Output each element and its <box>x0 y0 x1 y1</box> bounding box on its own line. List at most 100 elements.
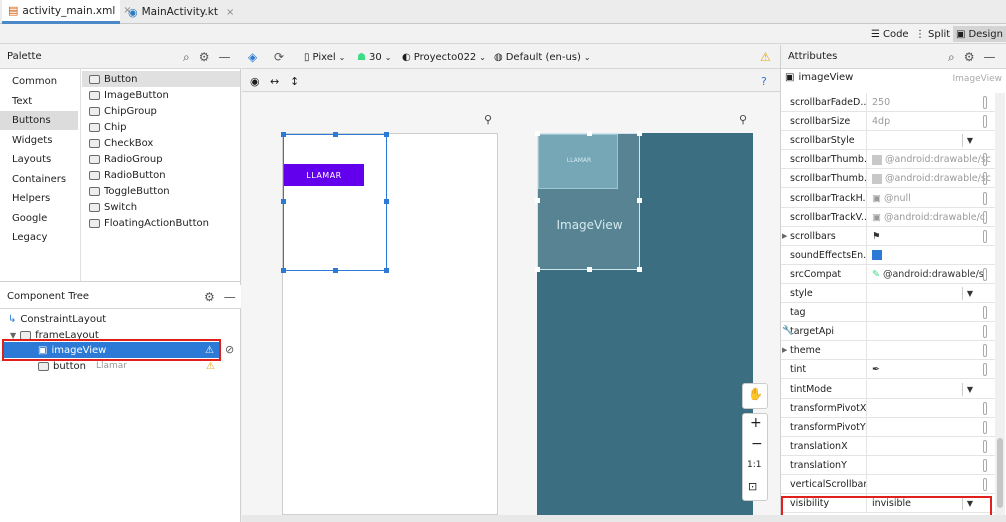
pin-icon[interactable]: ⚲ <box>484 113 492 126</box>
chevron-down-icon[interactable]: ▼ <box>961 382 973 396</box>
chevron-down-icon[interactable]: ▼ <box>961 287 973 300</box>
gear-icon[interactable]: ⚙ <box>204 290 215 304</box>
warning-icon[interactable]: ⚠ <box>760 45 771 69</box>
horizontal-arrows-icon[interactable]: ↔ <box>270 70 279 92</box>
attribute-value[interactable] <box>866 341 995 361</box>
resize-handle[interactable] <box>637 131 642 136</box>
gear-icon[interactable]: ⚙ <box>199 50 210 64</box>
scrollbar-thumb[interactable] <box>997 438 1003 508</box>
design-canvas[interactable]: ⚲ ⚲ LLAMAR LLAMAR ImageView ✋ + − 1:1 ⊡ <box>242 93 780 515</box>
attribute-value[interactable]: 4dp <box>866 112 995 132</box>
palette-widget-checkbox[interactable]: CheckBox <box>89 135 153 151</box>
eye-icon[interactable]: ◉ <box>250 70 260 92</box>
resource-picker-icon[interactable] <box>983 172 987 186</box>
attribute-value[interactable]: @android:drawable/sc <box>866 169 995 189</box>
split-mode-button[interactable]: ⋮ Split <box>912 26 953 42</box>
attribute-value[interactable]: ✎ @android:drawable/s <box>866 264 995 284</box>
imageview-selection[interactable] <box>281 132 389 273</box>
resize-handle[interactable] <box>587 267 592 272</box>
resource-picker-icon[interactable] <box>983 229 987 243</box>
minimize-icon[interactable]: — <box>984 50 996 64</box>
expand-arrow-icon[interactable]: ▶ <box>782 227 787 246</box>
attribute-row[interactable]: tag <box>781 303 995 323</box>
attribute-row[interactable]: theme ▶ <box>781 341 995 361</box>
tab-main-activity[interactable]: ◉ MainActivity.kt × <box>122 0 240 24</box>
palette-widget-floatingactionbutton[interactable]: FloatingActionButton <box>89 215 209 231</box>
attribute-row[interactable]: tintMode ▼ <box>781 379 995 399</box>
attribute-value[interactable] <box>866 131 995 151</box>
flag-icon[interactable]: ⚑ <box>872 231 881 242</box>
resize-handle[interactable] <box>587 131 592 136</box>
resize-handle[interactable] <box>637 198 642 203</box>
chevron-down-icon[interactable]: ▼ <box>961 134 973 148</box>
attribute-row[interactable]: soundEffectsEn... <box>781 245 995 265</box>
resize-handle[interactable] <box>535 198 540 203</box>
attribute-row[interactable]: scrollbarStyle ▼ <box>781 131 995 151</box>
attribute-value[interactable]: ✒ <box>866 360 995 380</box>
resize-handle[interactable] <box>333 268 338 273</box>
warning-icon[interactable]: ⚠ <box>206 361 215 372</box>
palette-widget-chipgroup[interactable]: ChipGroup <box>89 103 157 119</box>
api-selector[interactable]: ☗ 30 ⌄ <box>357 45 391 69</box>
attribute-value[interactable]: ▣ @null <box>866 188 995 208</box>
resource-picker-icon[interactable] <box>983 153 987 167</box>
close-icon[interactable]: × <box>226 7 234 18</box>
resource-picker-icon[interactable] <box>983 306 987 320</box>
resource-picker-icon[interactable] <box>983 344 987 358</box>
pin-icon[interactable]: ⚲ <box>739 113 747 126</box>
blueprint-imageview[interactable]: ImageView <box>535 131 642 272</box>
resource-picker-icon[interactable] <box>983 267 987 281</box>
resize-handle[interactable] <box>281 132 286 137</box>
resize-handle[interactable] <box>384 132 389 137</box>
resource-picker-icon[interactable] <box>983 439 987 453</box>
device-selector[interactable]: ▯ Pixel ⌄ <box>304 45 345 69</box>
attribute-value[interactable] <box>866 398 995 418</box>
attribute-value[interactable] <box>866 475 995 494</box>
palette-widget-radiogroup[interactable]: RadioGroup <box>89 151 163 167</box>
tree-node-constraintlayout[interactable]: ↳ ConstraintLayout <box>8 311 106 327</box>
expand-arrow-icon[interactable]: ▶ <box>782 341 787 360</box>
resize-handle[interactable] <box>384 199 389 204</box>
resource-picker-icon[interactable] <box>983 96 987 109</box>
palette-category-text[interactable]: Text <box>12 92 32 111</box>
orientation-icon[interactable]: ⟳ <box>274 45 284 69</box>
palette-widget-chip[interactable]: Chip <box>89 119 126 135</box>
attribute-value[interactable] <box>866 379 995 399</box>
attribute-row[interactable]: scrollbarThumb... @android:drawable/sc <box>781 169 995 189</box>
resize-handle[interactable] <box>535 267 540 272</box>
minimize-icon[interactable]: — <box>224 290 236 304</box>
device-blueprint-surface[interactable]: LLAMAR ImageView <box>535 131 753 515</box>
attribute-row[interactable]: verticalScrollbar... <box>781 475 995 494</box>
attribute-value[interactable]: ⚑ <box>866 226 995 246</box>
attribute-value[interactable]: 250 <box>866 93 995 112</box>
palette-widget-button[interactable]: Button <box>82 71 240 87</box>
palette-category-buttons[interactable]: Buttons <box>0 111 78 130</box>
resource-picker-icon[interactable] <box>983 191 987 205</box>
vertical-arrows-icon[interactable]: ↕ <box>290 70 299 92</box>
code-mode-button[interactable]: ☰ Code <box>868 26 912 42</box>
attribute-row[interactable]: transformPivotX <box>781 398 995 418</box>
attribute-row[interactable]: translationX <box>781 436 995 456</box>
tab-activity-main[interactable]: ▤ activity_main.xml × <box>2 0 132 24</box>
resize-handle[interactable] <box>535 131 540 136</box>
resource-picker-icon[interactable] <box>983 115 987 129</box>
attribute-value[interactable] <box>866 322 995 342</box>
palette-category-widgets[interactable]: Widgets <box>12 131 52 150</box>
attribute-value[interactable] <box>866 417 995 437</box>
palette-category-layouts[interactable]: Layouts <box>12 150 51 169</box>
theme-selector[interactable]: ◐ Proyecto022 ⌄ <box>402 45 486 69</box>
attribute-value[interactable]: ▣ @android:drawable/c <box>866 207 995 227</box>
palette-widget-switch[interactable]: Switch <box>89 199 137 215</box>
locale-selector[interactable]: ◍ Default (en-us) ⌄ <box>494 45 591 69</box>
resize-handle[interactable] <box>281 268 286 273</box>
resource-picker-icon[interactable] <box>983 458 987 472</box>
palette-category-legacy[interactable]: Legacy <box>12 228 47 247</box>
search-icon[interactable]: ⌕ <box>183 50 190 65</box>
palette-category-containers[interactable]: Containers <box>12 170 66 189</box>
palette-category-common[interactable]: Common <box>12 72 57 91</box>
attribute-row[interactable]: translationY <box>781 455 995 475</box>
design-mode-button[interactable]: ▣ Design <box>953 26 1006 42</box>
attribute-row[interactable]: scrollbarSize 4dp <box>781 112 995 132</box>
attribute-value[interactable] <box>866 284 995 303</box>
layers-icon[interactable]: ◈ <box>248 45 257 69</box>
